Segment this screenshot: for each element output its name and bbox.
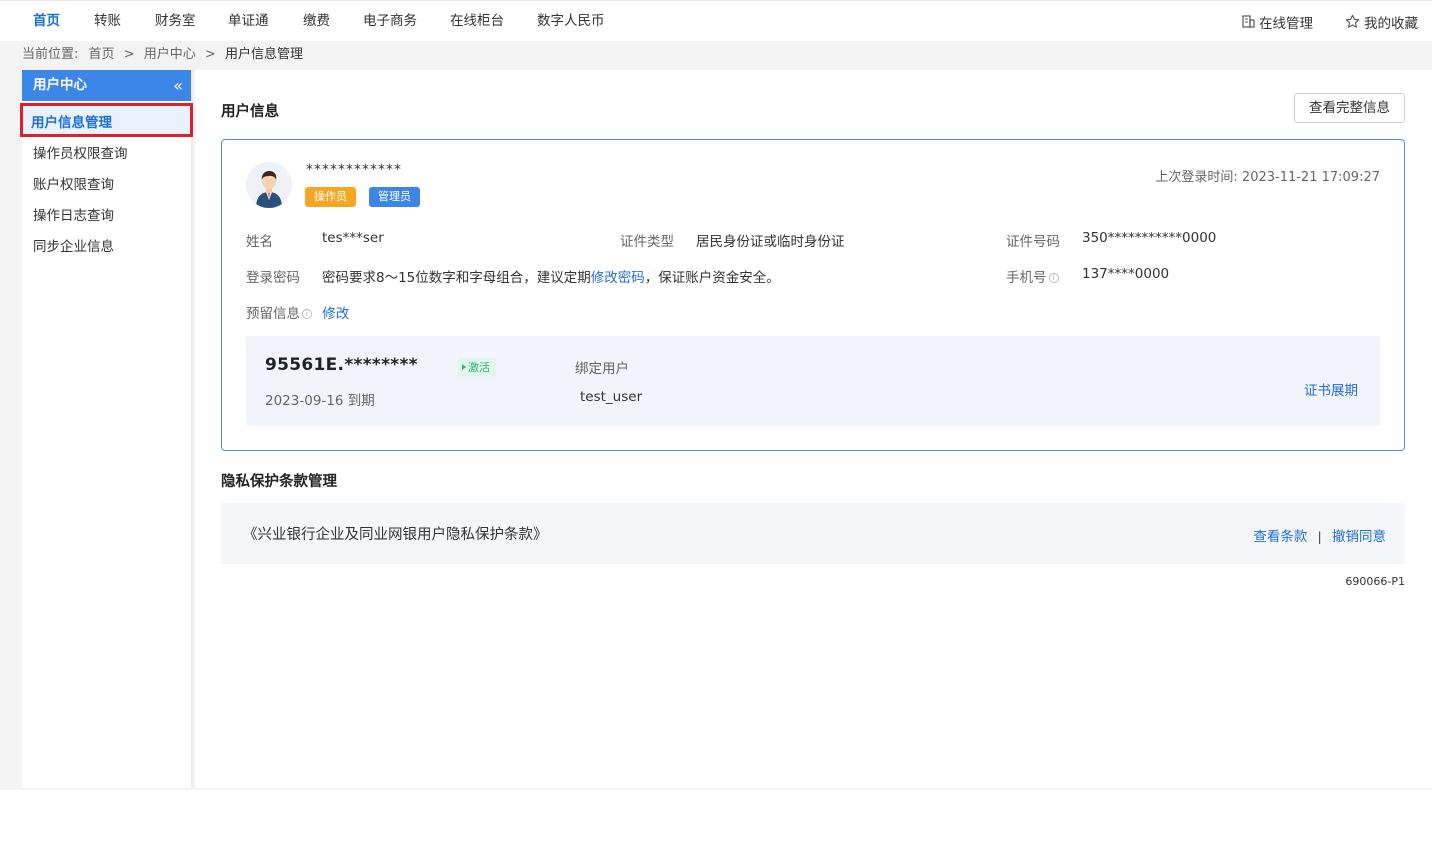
sidebar-item-account-permission[interactable]: 账户权限查询 xyxy=(22,170,191,201)
change-password-link[interactable]: 修改密码 xyxy=(591,270,645,286)
nav-item-online-counter[interactable]: 在线柜台 xyxy=(450,1,537,42)
building-icon xyxy=(1242,15,1255,28)
sidebar-header: 用户中心 « xyxy=(22,70,191,101)
nav-item-home[interactable]: 首页 xyxy=(33,1,94,42)
top-nav-items: 首页 转账 财务室 单证通 缴费 电子商务 在线柜台 数字人民币 xyxy=(0,1,627,41)
bind-user-label: 绑定用户 xyxy=(575,361,629,377)
user-info-card: ************ 操作员 管理员 上次登录时间: 2023-11-21 … xyxy=(221,139,1405,451)
favorites-link[interactable]: 我的收藏 xyxy=(1345,12,1418,32)
breadcrumb-prefix: 当前位置: xyxy=(22,47,79,62)
online-manage-label: 在线管理 xyxy=(1259,15,1313,32)
privacy-actions: 查看条款 | 撤销同意 xyxy=(1253,525,1386,545)
sidebar: 用户中心 « 用户信息管理 操作员权限查询 账户权限查询 操作日志查询 同步企业… xyxy=(20,70,193,788)
nav-item-finance[interactable]: 财务室 xyxy=(155,1,228,42)
top-nav-right: 在线管理 我的收藏 xyxy=(1210,1,1418,42)
sidebar-title: 用户中心 xyxy=(33,77,87,93)
phone-label: 手机号 i xyxy=(1006,266,1059,286)
name-value: tes***ser xyxy=(322,230,384,246)
id-number-label: 证件号码 xyxy=(1006,234,1060,250)
info-icon[interactable]: i xyxy=(1048,273,1059,283)
star-icon xyxy=(1345,14,1360,28)
privacy-panel: 《兴业银行企业及同业网银用户隐私保护条款》 查看条款 | 撤销同意 xyxy=(221,503,1405,564)
breadcrumb-home[interactable]: 首页 xyxy=(89,47,115,62)
view-clause-link[interactable]: 查看条款 xyxy=(1253,529,1307,545)
privacy-title: 隐私保护条款管理 xyxy=(221,474,337,490)
masked-user-name: ************ xyxy=(306,162,402,178)
admin-badge: 管理员 xyxy=(369,187,420,207)
user-info-title: 用户信息 xyxy=(221,104,279,120)
password-hint: 密码要求8～15位数字和字母组合，建议定期修改密码，保证账户资金安全。 xyxy=(322,266,780,286)
certificate-status-text: 激活 xyxy=(468,361,490,374)
nav-item-document[interactable]: 单证通 xyxy=(228,1,303,42)
nav-item-transfer[interactable]: 转账 xyxy=(94,1,155,42)
sidebar-item-operator-permission[interactable]: 操作员权限查询 xyxy=(22,139,191,170)
phone-label-text: 手机号 xyxy=(1006,270,1047,286)
breadcrumb-current: 用户信息管理 xyxy=(224,47,303,62)
password-hint-text: 密码要求8～15位数字和字母组合，建议定期 xyxy=(322,270,591,286)
password-hint-tail: ，保证账户资金安全。 xyxy=(644,270,780,286)
online-manage-link[interactable]: 在线管理 xyxy=(1242,12,1313,32)
id-number-value: 350***********0000 xyxy=(1082,230,1217,246)
reserved-info-text: 预留信息 xyxy=(246,306,300,322)
operator-badge: 操作员 xyxy=(305,187,356,207)
certificate-renew-link[interactable]: 证书展期 xyxy=(1304,379,1358,399)
view-full-info-button[interactable]: 查看完整信息 xyxy=(1294,93,1405,123)
certificate-expire: 2023-09-16 到期 xyxy=(265,393,375,409)
breadcrumb-user-center[interactable]: 用户中心 xyxy=(144,47,196,62)
sidebar-item-sync-company[interactable]: 同步企业信息 xyxy=(22,232,191,263)
name-label: 姓名 xyxy=(246,234,273,250)
certificate-panel: 95561E.******** 激活 2023-09-16 到期 绑定用户 te… xyxy=(246,336,1380,426)
sidebar-item-operation-log[interactable]: 操作日志查询 xyxy=(22,201,191,232)
nav-item-digital-rmb[interactable]: 数字人民币 xyxy=(537,1,627,42)
page-code: 690066-P1 xyxy=(1345,575,1405,588)
certificate-number: 95561E.******** xyxy=(265,355,418,375)
last-login-time: 上次登录时间: 2023-11-21 17:09:27 xyxy=(1155,170,1380,185)
info-icon[interactable]: i xyxy=(302,309,312,319)
app: 首页 转账 财务室 单证通 缴费 电子商务 在线柜台 数字人民币 在线管理 我的… xyxy=(0,0,1452,851)
sidebar-item-user-info[interactable]: 用户信息管理 xyxy=(20,103,193,137)
password-label: 登录密码 xyxy=(246,270,300,286)
breadcrumb-separator: > xyxy=(123,47,135,62)
collapse-icon[interactable]: « xyxy=(173,70,183,101)
action-divider: | xyxy=(1317,530,1322,544)
privacy-clause-name: 《兴业银行企业及同业网银用户隐私保护条款》 xyxy=(243,527,548,543)
breadcrumb-separator: > xyxy=(204,47,216,62)
phone-value: 137****0000 xyxy=(1082,266,1170,282)
reserved-info-label: 预留信息 i 修改 xyxy=(246,302,349,322)
revoke-consent-link[interactable]: 撤销同意 xyxy=(1332,529,1386,545)
id-type-label: 证件类型 xyxy=(620,234,674,250)
id-type-value: 居民身份证或临时身份证 xyxy=(696,234,845,250)
bind-user-value: test_user xyxy=(580,389,643,405)
breadcrumb: 当前位置: 首页 > 用户中心 > 用户信息管理 xyxy=(0,41,1432,70)
main-content: 用户信息 查看完整信息 ************ 操作员 管理员 上次登录时间:… xyxy=(195,70,1432,788)
user-avatar-icon xyxy=(246,162,292,208)
nav-item-payment[interactable]: 缴费 xyxy=(303,1,363,42)
certificate-status-badge: 激活 xyxy=(458,358,496,377)
nav-item-ecommerce[interactable]: 电子商务 xyxy=(363,1,450,42)
favorites-label: 我的收藏 xyxy=(1364,15,1418,32)
top-nav: 首页 转账 财务室 单证通 缴费 电子商务 在线柜台 数字人民币 在线管理 我的… xyxy=(0,0,1432,41)
edit-reserved-info-link[interactable]: 修改 xyxy=(322,306,349,322)
